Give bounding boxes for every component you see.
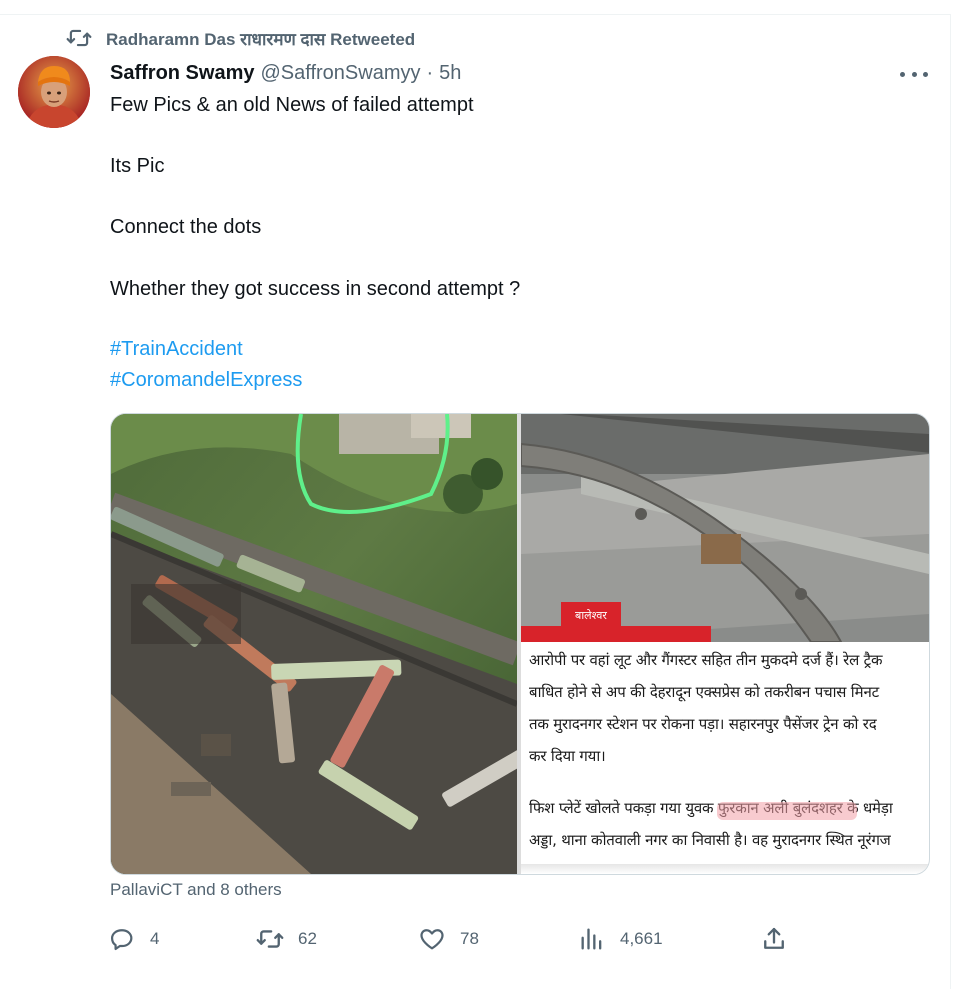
more-options-icon[interactable] [900, 66, 928, 82]
hashtag-link-coromandelexpress[interactable]: #CoromandelExpress [110, 366, 302, 394]
retweet-count: 62 [298, 929, 317, 948]
news-clip-line: तक मुरादनगर स्टेशन पर रोकना पड़ा। सहारनप… [529, 715, 877, 733]
tweet-header: Saffron Swamy @SaffronSwamyy · 5h [110, 60, 461, 86]
retweet-button[interactable]: 62 [256, 922, 317, 956]
news-clip-line: अड्डा, थाना कोतवाली नगर का निवासी है। वह… [529, 831, 891, 849]
heart-icon [418, 925, 446, 953]
like-count: 78 [460, 929, 479, 948]
news-clip-line: बाधित होने से अप की देहरादून एक्सप्रेस क… [529, 683, 879, 701]
news-clip-fade [521, 864, 929, 874]
avatar[interactable] [18, 56, 90, 128]
author-handle[interactable]: @SaffronSwamyy [260, 62, 420, 85]
tweet-text-line: Whether they got success in second attem… [110, 278, 521, 300]
reply-count: 4 [150, 929, 160, 948]
photo-news-clipping[interactable]: आरोपी पर वहां लूट और गैंगस्टर सहित तीन म… [521, 642, 929, 874]
tweet-text-line: Few Pics & an old News of failed attempt [110, 94, 474, 116]
hashtag-link-trainaccident[interactable]: #TrainAccident [110, 335, 243, 363]
photo-track-fishplate[interactable]: बालेश्वर [520, 414, 929, 643]
tweet-text-line: Connect the dots [110, 216, 262, 238]
news-highlight-mark [717, 802, 857, 820]
share-button[interactable] [760, 922, 788, 956]
share-icon [760, 925, 788, 953]
retweet-notice-text[interactable]: Radharamn Das राधारमण दास Retweeted [106, 27, 415, 50]
news-clip-line: कर दिया गया। [529, 747, 606, 765]
reply-icon [108, 925, 136, 953]
author-display-name[interactable]: Saffron Swamy [110, 62, 254, 85]
media-grid: बालेश्वर आरोपी पर वहां लूट और गैंगस्टर स… [110, 413, 930, 875]
views-chart-icon [578, 925, 606, 953]
liked-by-text[interactable]: PallaviCT and 8 others [110, 880, 282, 900]
tv-location-tag: बालेश्वर [575, 609, 607, 622]
views-button[interactable]: 4,661 [578, 922, 663, 956]
views-count: 4,661 [620, 929, 663, 948]
photo-train-accident-aerial[interactable] [111, 414, 526, 874]
news-clip-line: आरोपी पर वहां लूट और गैंगस्टर सहित तीन म… [529, 651, 883, 669]
tweet-actions-bar: 4 62 78 4,661 [108, 922, 788, 956]
retweet-notice[interactable]: Radharamn Das राधारमण दास Retweeted [66, 26, 415, 50]
tweet-text-line: Its Pic [110, 155, 165, 177]
separator-dot: · [426, 61, 434, 84]
tweet-timestamp[interactable]: 5h [439, 62, 461, 85]
like-button[interactable]: 78 [418, 922, 479, 956]
reply-button[interactable]: 4 [108, 922, 159, 956]
retweet-icon [66, 25, 92, 51]
retweet-action-icon [256, 925, 284, 953]
